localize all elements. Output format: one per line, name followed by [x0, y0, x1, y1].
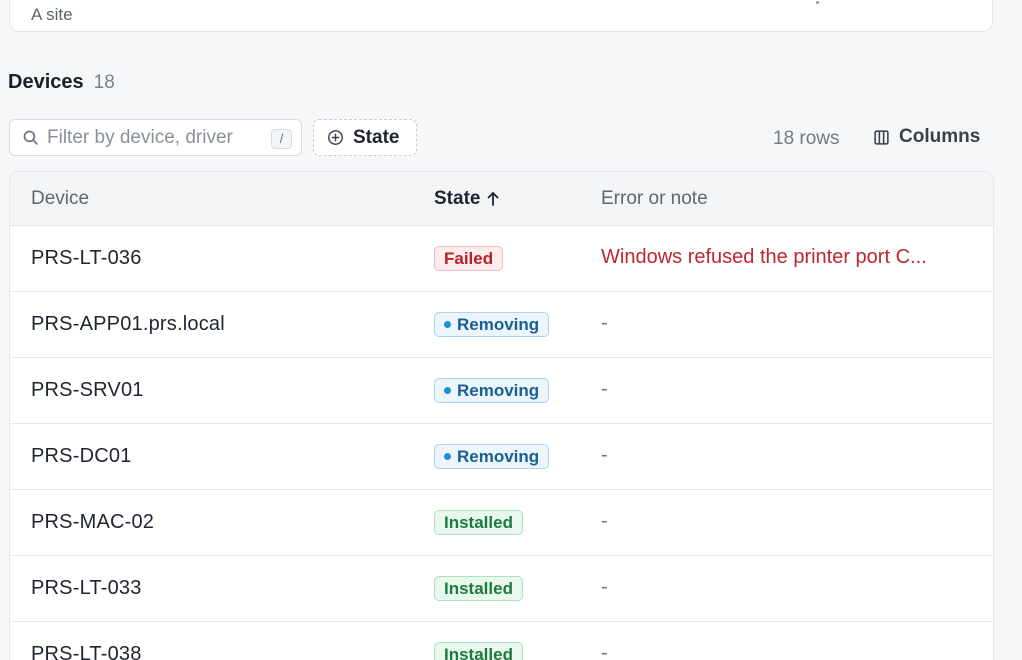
columns-button[interactable]: Columns [873, 126, 980, 148]
column-header-state[interactable]: State [434, 188, 500, 210]
columns-icon [874, 129, 889, 145]
status-badge: Removing [434, 444, 550, 469]
status-badge: Removing [434, 312, 550, 337]
note-text: - [601, 444, 608, 466]
state-cell: Installed [434, 510, 523, 535]
page: A site Devices 18 / State 18 rows Column… [0, 0, 1022, 660]
column-header-device[interactable]: Device [31, 188, 89, 210]
table-row[interactable]: PRS-LT-036 Failed Windows refused the pr… [10, 226, 993, 292]
status-badge: Failed [434, 246, 504, 271]
note-text: - [601, 378, 608, 400]
status-badge: Installed [434, 576, 523, 601]
note-text: Windows refused the printer port C... [601, 246, 927, 268]
site-card: A site [9, 0, 993, 32]
table-row[interactable]: PRS-LT-033 Installed - [10, 556, 993, 622]
note-text: - [601, 642, 608, 660]
state-filter-button[interactable]: State [313, 119, 417, 156]
state-cell: Installed [434, 576, 523, 601]
state-cell: Removing [434, 444, 550, 469]
status-badge-label: Removing [457, 446, 540, 466]
device-name: PRS-MAC-02 [31, 511, 155, 533]
status-badge-label: Installed [444, 644, 513, 660]
section-title: Devices [8, 71, 84, 93]
status-badge: Installed [434, 642, 523, 660]
status-dot-icon [444, 453, 451, 460]
rows-count: 18 rows [773, 128, 840, 149]
state-cell: Removing [434, 312, 550, 337]
table-row[interactable]: PRS-SRV01 Removing - [10, 358, 993, 424]
device-name: PRS-LT-033 [31, 577, 142, 599]
table-row[interactable]: PRS-MAC-02 Installed - [10, 490, 993, 556]
state-filter-label: State [353, 126, 400, 148]
devices-table: Device State Error or note PRS-LT-036 Fa… [9, 171, 994, 660]
status-badge: Installed [434, 510, 523, 535]
columns-label: Columns [899, 126, 981, 147]
arrow-up-icon [488, 192, 499, 206]
section-count: 18 [93, 72, 115, 93]
table-row[interactable]: PRS-DC01 Removing - [10, 424, 993, 490]
state-cell: Installed [434, 642, 523, 660]
device-name: PRS-APP01.prs.local [31, 313, 225, 335]
search-icon [23, 130, 38, 145]
status-dot-icon [444, 321, 451, 328]
table-header: Device State Error or note [10, 172, 993, 226]
device-name: PRS-DC01 [31, 445, 132, 467]
status-badge-label: Removing [457, 380, 540, 400]
state-cell: Removing [434, 378, 550, 403]
table-row[interactable]: PRS-LT-038 Installed - [10, 622, 993, 660]
table-body: PRS-LT-036 Failed Windows refused the pr… [10, 226, 993, 660]
site-subtitle: A site [31, 5, 73, 24]
shortcut-key-hint: / [271, 129, 292, 149]
note-text: - [601, 312, 608, 334]
device-name: PRS-LT-038 [31, 643, 142, 660]
status-badge-label: Removing [457, 314, 540, 334]
device-filter-search[interactable]: / [9, 119, 302, 156]
status-badge: Removing [434, 378, 550, 403]
device-name: PRS-LT-036 [31, 247, 142, 269]
column-header-note[interactable]: Error or note [601, 188, 708, 210]
state-cell: Failed [434, 246, 504, 271]
column-header-state-label: State [434, 188, 481, 209]
status-badge-label: Failed [444, 248, 494, 268]
search-input[interactable] [47, 126, 261, 149]
note-text: - [601, 510, 608, 532]
status-dot-icon [444, 387, 451, 394]
note-text: - [601, 576, 608, 598]
clipped-text-fragment [816, 1, 819, 4]
device-name: PRS-SRV01 [31, 379, 144, 401]
devices-section-header: Devices 18 [8, 71, 115, 94]
table-row[interactable]: PRS-APP01.prs.local Removing - [10, 292, 993, 358]
status-badge-label: Installed [444, 512, 513, 532]
status-badge-label: Installed [444, 578, 513, 598]
plus-circle-icon [328, 130, 343, 145]
